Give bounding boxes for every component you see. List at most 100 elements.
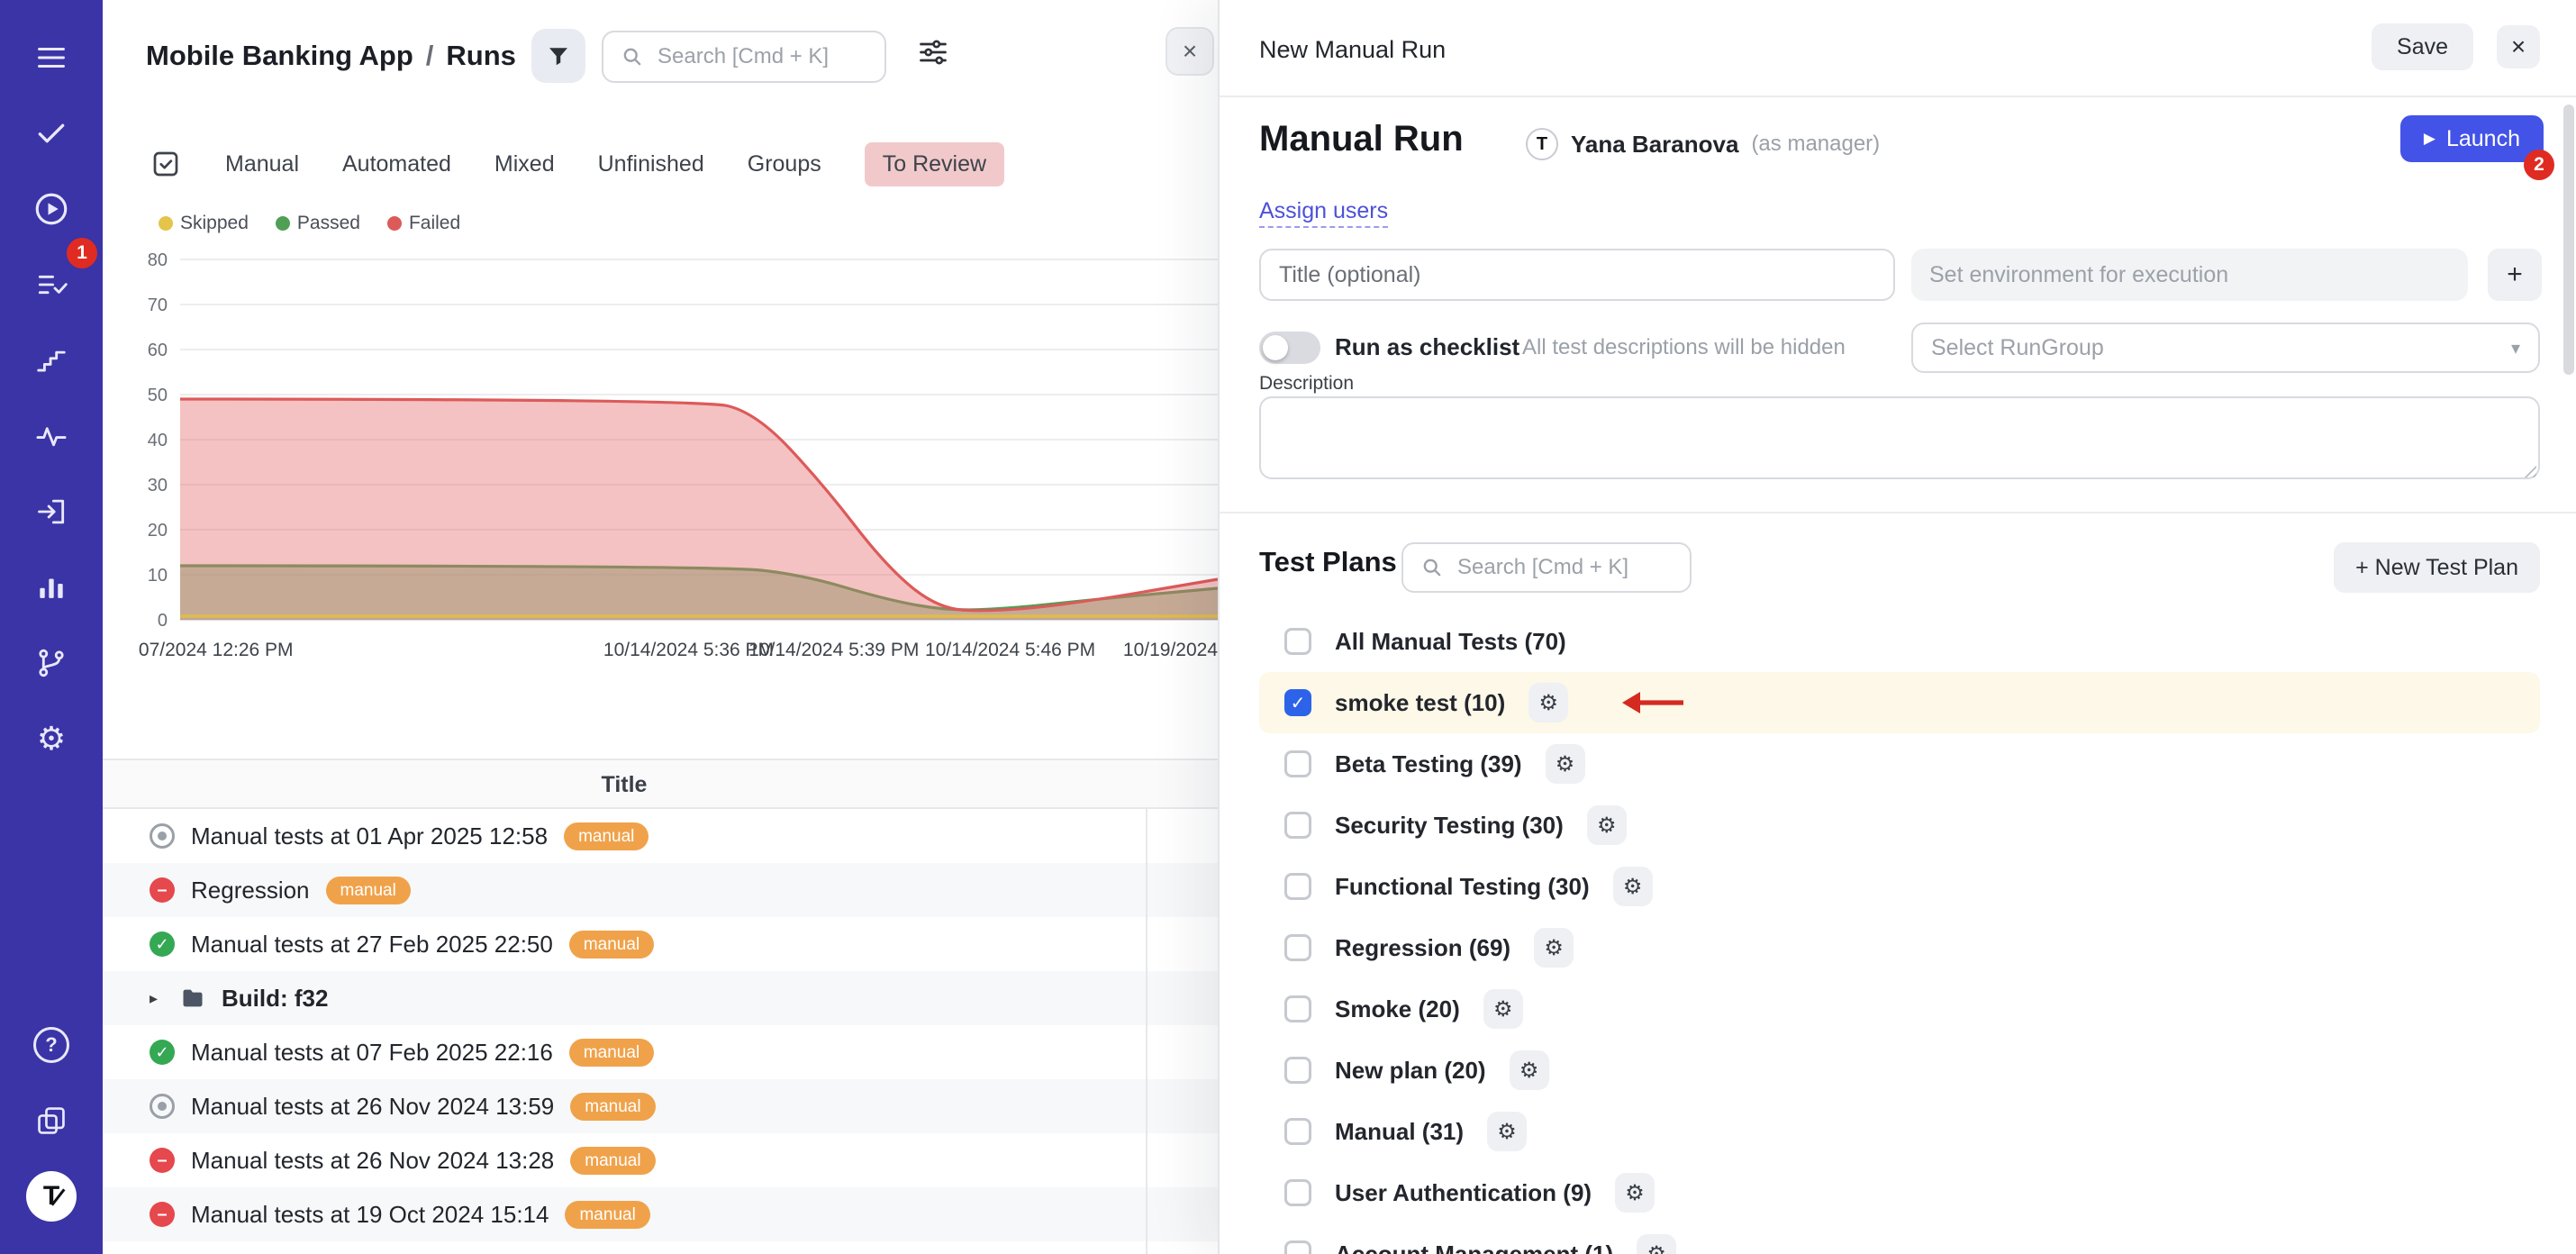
manual-badge: manual <box>326 877 411 904</box>
play-icon: ▶ <box>2424 130 2435 148</box>
test-plan-label: New plan (20) <box>1335 1057 1486 1085</box>
test-plan-row-clipped[interactable]: Account Management (1) ⚙ <box>1259 1223 2540 1254</box>
drawer-header: New Manual Run Save × <box>1220 0 2576 97</box>
milestones-steps-icon[interactable] <box>26 335 77 386</box>
checkbox[interactable] <box>1284 873 1311 900</box>
select-runs-icon[interactable] <box>150 148 182 180</box>
gear-button[interactable]: ⚙ <box>1528 683 1568 722</box>
gear-button[interactable]: ⚙ <box>1587 805 1627 845</box>
skipped-dot <box>159 216 173 231</box>
checkbox[interactable] <box>1284 1179 1311 1206</box>
scrollbar-thumb[interactable] <box>2563 104 2574 375</box>
pull-requests-signin-icon[interactable] <box>26 486 77 537</box>
breadcrumb: Mobile Banking App/Runs <box>146 40 516 72</box>
manual-badge: manual <box>569 931 654 959</box>
checkbox[interactable] <box>1284 750 1311 777</box>
svg-text:10: 10 <box>148 566 168 586</box>
breadcrumb-current: Runs <box>446 40 516 71</box>
manual-badge: manual <box>565 1201 649 1229</box>
close-runs-panel-button[interactable]: × <box>1166 27 1214 76</box>
reports-chart-icon[interactable] <box>26 562 77 613</box>
caret-right-icon[interactable]: ▸ <box>150 989 164 1008</box>
gear-button[interactable]: ⚙ <box>1534 928 1574 968</box>
filter-button[interactable] <box>531 29 585 83</box>
test-plans-search-input[interactable] <box>1457 555 1673 580</box>
tab-automated[interactable]: Automated <box>342 142 451 186</box>
activity-pulse-icon[interactable] <box>26 411 77 461</box>
gear-glyph: ⚙ <box>37 722 66 755</box>
rungroup-select[interactable]: Select RunGroup ▾ <box>1911 323 2540 373</box>
test-plan-row[interactable]: All Manual Tests (70) <box>1259 611 2540 672</box>
brand-logo[interactable]: T <box>26 1171 77 1222</box>
save-button[interactable]: Save <box>2372 23 2473 70</box>
gear-button[interactable]: ⚙ <box>1546 744 1585 784</box>
svg-text:30: 30 <box>148 476 168 495</box>
description-textarea[interactable] <box>1259 396 2540 479</box>
test-plan-row[interactable]: New plan (20) ⚙ <box>1259 1040 2540 1101</box>
tab-groups[interactable]: Groups <box>748 142 821 186</box>
test-plan-row[interactable]: Manual (31) ⚙ <box>1259 1101 2540 1162</box>
checkbox[interactable] <box>1284 1057 1311 1084</box>
assign-users-link[interactable]: Assign users <box>1259 198 1388 228</box>
runs-search-input[interactable] <box>658 44 868 69</box>
run-title: Manual tests at 07 Feb 2025 22:16 <box>191 1039 553 1067</box>
run-as-checklist-toggle[interactable] <box>1259 332 1320 364</box>
description-label: Description <box>1259 373 1354 395</box>
manual-badge: manual <box>570 1093 655 1121</box>
test-plan-row[interactable]: Functional Testing (30) ⚙ <box>1259 856 2540 917</box>
test-plan-row[interactable]: User Authentication (9) ⚙ <box>1259 1162 2540 1223</box>
build-title: Build: f32 <box>222 985 328 1013</box>
tab-to-review[interactable]: To Review <box>865 142 1004 186</box>
close-drawer-button[interactable]: × <box>2497 25 2540 68</box>
checkbox-checked[interactable]: ✓ <box>1284 689 1311 716</box>
projects-icon[interactable] <box>26 1095 77 1146</box>
settings-gear-icon[interactable]: ⚙ <box>26 713 77 764</box>
run-title: Manual tests at 01 Apr 2025 12:58 <box>191 822 548 850</box>
avatar: T <box>1526 128 1558 160</box>
folder-icon <box>180 986 205 1011</box>
gear-button[interactable]: ⚙ <box>1487 1112 1527 1151</box>
test-plan-row[interactable]: Smoke (20) ⚙ <box>1259 978 2540 1040</box>
search-icon <box>1420 555 1445 580</box>
environment-input[interactable] <box>1911 249 2468 301</box>
gear-button[interactable]: ⚙ <box>1483 989 1523 1029</box>
branches-git-icon[interactable] <box>26 638 77 688</box>
test-plan-row[interactable]: Security Testing (30) ⚙ <box>1259 795 2540 856</box>
run-title: Manual tests at 26 Nov 2024 13:28 <box>191 1147 554 1175</box>
svg-text:50: 50 <box>148 386 168 405</box>
checkbox[interactable] <box>1284 934 1311 961</box>
test-plans-search <box>1401 542 1692 593</box>
table-column-divider <box>1146 759 1147 1254</box>
tab-mixed[interactable]: Mixed <box>494 142 555 186</box>
tab-manual[interactable]: Manual <box>225 142 299 186</box>
run-title: Manual tests at 26 Nov 2024 13:59 <box>191 1093 554 1121</box>
run-title-input[interactable] <box>1259 249 1895 301</box>
new-test-plan-button[interactable]: + New Test Plan <box>2334 542 2540 593</box>
runs-play-icon[interactable] <box>26 184 77 234</box>
test-plan-row-selected[interactable]: ✓ smoke test (10) ⚙ <box>1259 672 2540 733</box>
test-plan-row[interactable]: Beta Testing (39) ⚙ <box>1259 733 2540 795</box>
checkbox[interactable] <box>1284 1118 1311 1145</box>
checkbox[interactable] <box>1284 995 1311 1022</box>
checkbox[interactable] <box>1284 1240 1311 1254</box>
gear-button[interactable]: ⚙ <box>1615 1173 1655 1213</box>
gear-button[interactable]: ⚙ <box>1510 1050 1549 1090</box>
status-failed-icon: – <box>150 1202 175 1227</box>
gear-button[interactable]: ⚙ <box>1637 1234 1676 1254</box>
tab-unfinished[interactable]: Unfinished <box>598 142 704 186</box>
menu-icon[interactable] <box>26 32 77 83</box>
gear-button[interactable]: ⚙ <box>1613 867 1653 906</box>
help-icon[interactable]: ? <box>26 1020 77 1070</box>
launch-button[interactable]: ▶ Launch <box>2400 115 2544 162</box>
results-list-icon[interactable] <box>26 259 77 310</box>
test-plan-row[interactable]: Regression (69) ⚙ <box>1259 917 2540 978</box>
owner-name: Yana Baranova <box>1571 131 1738 159</box>
add-environment-button[interactable]: + <box>2488 249 2542 301</box>
svg-text:40: 40 <box>148 431 168 450</box>
owner-role: (as manager) <box>1751 132 1880 157</box>
tests-check-icon[interactable] <box>26 108 77 159</box>
checkbox[interactable] <box>1284 812 1311 839</box>
breadcrumb-project[interactable]: Mobile Banking App <box>146 40 413 71</box>
view-settings-button[interactable] <box>917 36 949 75</box>
checkbox[interactable] <box>1284 628 1311 655</box>
